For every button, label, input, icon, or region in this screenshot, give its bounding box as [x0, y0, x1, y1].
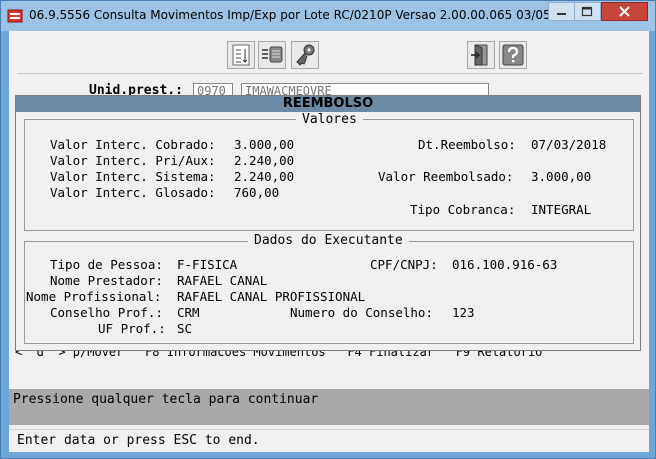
key-button[interactable]	[291, 41, 319, 69]
profissional-label: Nome Profissional:	[26, 289, 162, 304]
conselho-value: CRM	[177, 305, 200, 320]
help-question-icon	[502, 44, 524, 66]
tipo-cobranca-value: INTEGRAL	[531, 202, 592, 217]
sistema-value: 2.240,00	[234, 169, 295, 184]
numero-conselho-label: Numero do Conselho:	[290, 305, 433, 320]
conselho-label: Conselho Prof.:	[50, 305, 163, 320]
minimize-button[interactable]	[548, 2, 575, 21]
app-icon	[7, 9, 23, 23]
close-button[interactable]	[601, 2, 648, 21]
dt-reembolso-label: Dt.Reembolso:	[418, 137, 516, 152]
priaux-value: 2.240,00	[234, 153, 295, 168]
list-button[interactable]	[258, 41, 286, 69]
help-button[interactable]	[499, 41, 527, 69]
reembolsado-value: 3.000,00	[531, 169, 592, 184]
status-text: Enter data or press ESC to end.	[17, 433, 260, 448]
message-text: Pressione qualquer tecla para continuar	[13, 392, 319, 407]
list-arrow-icon	[262, 46, 283, 63]
glosado-label: Valor Interc. Glosado:	[50, 185, 216, 200]
tipo-pessoa-label: Tipo de Pessoa:	[50, 257, 163, 272]
profissional-value: RAFAEL CANAL PROFISSIONAL	[177, 289, 366, 304]
cpf-label: CPF/CNPJ:	[370, 257, 438, 272]
key-hand-icon	[296, 44, 315, 66]
title-bar: 06.9.5556 Consulta Movimentos Imp/Exp po…	[1, 1, 655, 31]
dt-reembolso-value: 07/03/2018	[531, 137, 607, 152]
reembolso-dialog: REEMBOLSO Valores Valor Interc. Cobrado:…	[15, 95, 641, 351]
tipo-cobranca-label: Tipo Cobranca:	[410, 202, 516, 217]
prestador-value: RAFAEL CANAL	[177, 273, 268, 288]
maximize-button[interactable]	[575, 2, 601, 21]
cobrado-value: 3.000,00	[234, 137, 295, 152]
numero-conselho-value: 123	[452, 305, 475, 320]
list-sort-icon	[232, 44, 250, 66]
sistema-label: Valor Interc. Sistema:	[50, 169, 216, 184]
cpf-value: 016.100.916-63	[452, 257, 558, 272]
message-bar: Pressione qualquer tecla para continuar	[9, 389, 649, 425]
toolbar-separator	[17, 73, 643, 74]
reembolsado-label: Valor Reembolsado:	[378, 169, 514, 184]
glosado-value: 760,00	[234, 185, 280, 200]
valores-legend: Valores	[296, 112, 363, 127]
exit-door-icon	[471, 44, 488, 66]
window-title: 06.9.5556 Consulta Movimentos Imp/Exp po…	[29, 8, 549, 22]
uf-prof-label: UF Prof.:	[98, 321, 166, 336]
sort-button[interactable]	[227, 41, 255, 69]
prestador-label: Nome Prestador:	[50, 273, 163, 288]
tipo-pessoa-value: F-FISICA	[177, 257, 238, 272]
status-bar: Enter data or press ESC to end.	[9, 429, 649, 452]
maximize-icon	[581, 6, 593, 17]
minimize-icon	[557, 13, 566, 15]
close-icon	[619, 6, 630, 17]
exit-button[interactable]	[467, 41, 495, 69]
app-window: 06.9.5556 Consulta Movimentos Imp/Exp po…	[0, 0, 656, 459]
executante-legend: Dados do Executante	[248, 233, 409, 248]
dialog-title: REEMBOLSO	[16, 96, 640, 112]
uf-prof-value: SC	[177, 321, 193, 336]
cobrado-label: Valor Interc. Cobrado:	[50, 137, 216, 152]
priaux-label: Valor Interc. Pri/Aux:	[50, 153, 216, 168]
